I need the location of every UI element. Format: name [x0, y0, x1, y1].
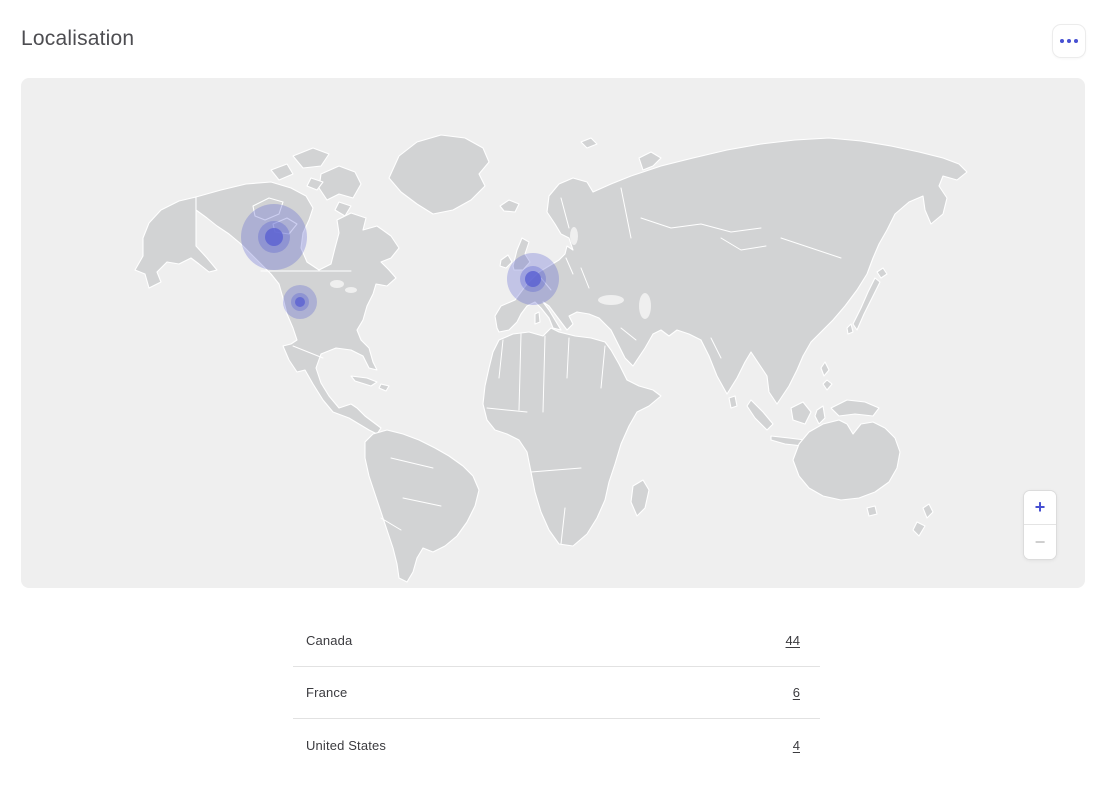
landmass-greenland[interactable]: [389, 135, 489, 214]
landmass-iceland[interactable]: [500, 200, 519, 212]
landmass-sulawesi[interactable]: [815, 406, 825, 424]
country-stats-table: Canada 44 France 6 United States 4: [293, 615, 820, 771]
zoom-out-button[interactable]: −: [1024, 525, 1056, 559]
table-row: United States 4: [293, 719, 820, 771]
world-map-panel: + −: [21, 78, 1085, 588]
country-count-link[interactable]: 6: [793, 685, 800, 700]
landmass-hispaniola[interactable]: [379, 384, 389, 391]
landmass-arctic-islands[interactable]: [271, 164, 293, 180]
more-options-button[interactable]: [1052, 24, 1086, 58]
landmass-sumatra[interactable]: [747, 400, 773, 430]
landmass-south-america[interactable]: [365, 430, 479, 582]
landmass-philippines[interactable]: [823, 380, 832, 390]
page-title: Localisation: [21, 27, 134, 51]
country-count-link[interactable]: 4: [793, 738, 800, 753]
country-label: United States: [306, 738, 386, 753]
map-marker-canada[interactable]: [241, 204, 307, 270]
map-marker-france[interactable]: [507, 253, 559, 305]
map-marker-circle: [295, 297, 305, 307]
ellipsis-icon: [1074, 39, 1078, 43]
map-marker-circle: [265, 228, 283, 246]
landmass-madagascar[interactable]: [631, 480, 649, 516]
landmass-borneo[interactable]: [791, 402, 811, 424]
country-label: France: [306, 685, 347, 700]
landmass-arctic-islands[interactable]: [293, 148, 329, 168]
country-count-link[interactable]: 44: [786, 633, 800, 648]
map-marker-circle: [525, 271, 541, 287]
ellipsis-icon: [1060, 39, 1064, 43]
landmass-cuba[interactable]: [351, 376, 377, 386]
world-map[interactable]: [21, 78, 1085, 588]
landmass-ireland[interactable]: [500, 255, 512, 268]
table-row: France 6: [293, 667, 820, 719]
landmass-taiwan[interactable]: [847, 324, 853, 334]
great-lakes: [330, 280, 344, 288]
landmass-baffin-island[interactable]: [319, 166, 361, 200]
baltic-sea: [570, 227, 578, 245]
landmass-new-guinea[interactable]: [831, 400, 879, 416]
landmass-tasmania[interactable]: [867, 506, 877, 516]
table-row: Canada 44: [293, 615, 820, 667]
black-sea: [598, 295, 624, 305]
landmasses[interactable]: [135, 135, 967, 582]
ellipsis-icon: [1067, 39, 1071, 43]
map-zoom-control: + −: [1023, 490, 1057, 560]
landmass-sardinia[interactable]: [535, 312, 540, 324]
map-marker-united-states[interactable]: [283, 285, 317, 319]
great-lakes: [345, 287, 357, 293]
caspian-sea: [639, 293, 651, 319]
landmass-philippines[interactable]: [821, 362, 829, 376]
zoom-in-button[interactable]: +: [1024, 491, 1056, 525]
landmass-australia[interactable]: [793, 420, 900, 500]
landmass-sri-lanka[interactable]: [729, 396, 737, 408]
landmass-new-zealand[interactable]: [913, 522, 925, 536]
landmass-new-zealand[interactable]: [923, 504, 933, 518]
landmass-japan[interactable]: [877, 268, 887, 278]
landmass-svalbard[interactable]: [581, 138, 597, 148]
country-label: Canada: [306, 633, 352, 648]
